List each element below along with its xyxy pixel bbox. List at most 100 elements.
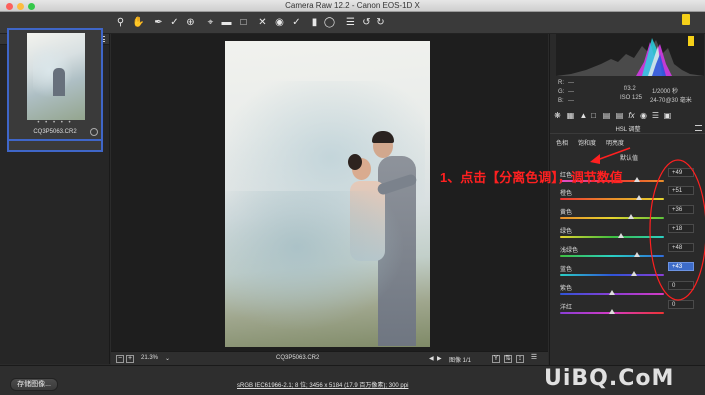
panel-title: HSL 调整 bbox=[550, 124, 705, 134]
canvas-bottom-bar: − + 21.3% ⌄ CQ3P5063.CR2 ◀ ▶ 图像 1/1 Y ⇅ … bbox=[111, 351, 548, 365]
zoom-in-button[interactable]: + bbox=[126, 355, 134, 363]
b-value: --- bbox=[568, 98, 574, 104]
slider-aqua-value[interactable]: +48 bbox=[668, 243, 694, 252]
copy-settings-button[interactable]: ↕ bbox=[516, 355, 524, 363]
slider-green[interactable]: 绿色 +18 bbox=[560, 224, 696, 244]
slider-knob[interactable] bbox=[627, 214, 634, 219]
lens-focal: 24-70@30 毫米 bbox=[650, 98, 692, 104]
radial-filter-icon[interactable]: ◯ bbox=[323, 16, 336, 29]
exif-info: R: --- G: --- B: --- f/3.2 1/2000 秒 ISO … bbox=[558, 80, 698, 108]
full-screen-toggle[interactable] bbox=[682, 14, 690, 25]
thumbnail-filename: CQ3P5063.CR2 bbox=[33, 129, 77, 135]
slider-blue-value[interactable]: +43 bbox=[668, 262, 694, 271]
slider-magenta-value[interactable]: 0 bbox=[668, 300, 694, 309]
zoom-level[interactable]: 21.3% bbox=[141, 355, 158, 361]
slider-yellow-value[interactable]: +36 bbox=[668, 205, 694, 214]
basic-tab-icon[interactable]: ❋ bbox=[553, 111, 562, 120]
slider-knob[interactable] bbox=[609, 309, 615, 314]
slider-knob[interactable] bbox=[609, 290, 615, 295]
histogram-graph bbox=[556, 36, 704, 76]
slider-red-value[interactable]: +49 bbox=[668, 168, 694, 177]
slider-orange[interactable]: 橙色 +51 bbox=[560, 186, 696, 206]
slider-magenta[interactable]: 洋红 0 bbox=[560, 300, 696, 320]
thumbnail-selected[interactable]: • • • • • CQ3P5063.CR2 bbox=[7, 28, 103, 141]
adjustment-tabs: ❋ ▦ ▲ □ ▤ ▤ fx ◉ ☰ ▣ bbox=[551, 111, 705, 122]
tab-saturation[interactable]: 饱和度 bbox=[578, 138, 596, 147]
slider-knob[interactable] bbox=[634, 177, 641, 182]
detail-tab-icon[interactable]: ▲ bbox=[579, 111, 588, 120]
split-toning-tab-icon[interactable]: ▤ bbox=[602, 111, 611, 120]
zoom-tool-icon[interactable]: ⚲ bbox=[114, 16, 127, 29]
g-label: G: bbox=[558, 89, 565, 95]
slider-orange-value[interactable]: +51 bbox=[668, 186, 694, 195]
before-after-swap-button[interactable]: ⇅ bbox=[504, 355, 512, 363]
preferences-icon[interactable]: ☰ bbox=[344, 16, 357, 29]
lens-tab-icon[interactable]: ▤ bbox=[615, 111, 624, 120]
slider-knob[interactable] bbox=[633, 252, 640, 257]
next-image-icon[interactable]: ▶ bbox=[437, 355, 442, 362]
thumbnail-image bbox=[27, 33, 85, 120]
prev-image-icon[interactable]: ◀ bbox=[429, 355, 434, 362]
b-label: B: bbox=[558, 98, 564, 104]
sync-icon bbox=[90, 128, 98, 136]
workflow-options-link[interactable]: sRGB IEC61966-2.1; 8 位; 3456 x 5184 (17.… bbox=[237, 380, 408, 389]
preview-canvas[interactable] bbox=[111, 34, 548, 351]
tone-curve-tab-icon[interactable]: ▦ bbox=[566, 111, 575, 120]
red-eye-icon[interactable]: ◉ bbox=[273, 16, 286, 29]
window-title: Camera Raw 12.2 - Canon EOS-1D X bbox=[285, 1, 420, 10]
adjustment-brush-icon[interactable]: ✓ bbox=[290, 16, 303, 29]
zoom-dropdown-icon[interactable]: ⌄ bbox=[165, 355, 170, 362]
spot-removal-icon[interactable]: ✕ bbox=[256, 16, 269, 29]
slider-knob[interactable] bbox=[635, 195, 642, 200]
targeted-adjust-icon[interactable]: ⊕ bbox=[184, 16, 197, 29]
before-after-y-button[interactable]: Y bbox=[492, 355, 500, 363]
slider-knob[interactable] bbox=[631, 271, 638, 276]
slider-purple[interactable]: 紫色 0 bbox=[560, 281, 696, 301]
r-label: R: bbox=[558, 80, 564, 86]
iso: ISO 125 bbox=[620, 95, 643, 101]
tool-bar: ⚲ ✋ ✒ ✓ ⊕ ⌖ ▬ □ ✕ ◉ ✓ ▮ ◯ ☰ ↺ ↻ bbox=[0, 12, 705, 34]
calibration-tab-icon[interactable]: ◉ bbox=[639, 111, 648, 120]
canvas-filename: CQ3P5063.CR2 bbox=[276, 355, 320, 361]
right-panel: R: --- G: --- B: --- f/3.2 1/2000 秒 ISO … bbox=[549, 34, 705, 365]
shutter-speed: 1/2000 秒 bbox=[652, 89, 679, 95]
tab-hue[interactable]: 色相 bbox=[556, 138, 568, 147]
histogram bbox=[556, 34, 704, 76]
rotate-right-icon[interactable]: ↻ bbox=[374, 16, 387, 29]
fx-tab-icon[interactable]: fx bbox=[627, 111, 636, 120]
window-titlebar: Camera Raw 12.2 - Canon EOS-1D X bbox=[0, 0, 705, 12]
preview-photo bbox=[225, 41, 430, 347]
hand-tool-icon[interactable]: ✋ bbox=[132, 16, 145, 29]
r-value: --- bbox=[568, 80, 574, 86]
aperture: f/3.2 bbox=[624, 86, 636, 92]
color-sampler-icon[interactable]: ✓ bbox=[168, 16, 181, 29]
zoom-out-button[interactable]: − bbox=[116, 355, 124, 363]
toggle-settings-icon[interactable]: ☰ bbox=[530, 354, 538, 363]
slider-knob[interactable] bbox=[618, 233, 625, 238]
save-image-button[interactable]: 存储图像... bbox=[10, 378, 58, 391]
presets-tab-icon[interactable]: ☰ bbox=[651, 111, 660, 120]
slider-yellow[interactable]: 黄色 +36 bbox=[560, 205, 696, 225]
tab-luminance[interactable]: 明亮度 bbox=[606, 138, 624, 147]
hsl-tab-icon[interactable]: □ bbox=[589, 111, 598, 120]
annotation-text: 1、点击【分离色调】，调节数值 bbox=[440, 170, 623, 185]
straighten-icon[interactable]: ▬ bbox=[220, 16, 233, 29]
hsl-subtabs: 色相 饱和度 明亮度 bbox=[556, 138, 702, 147]
panel-menu-icon[interactable] bbox=[695, 125, 702, 131]
panel-title-text: HSL 调整 bbox=[615, 127, 641, 133]
g-value: --- bbox=[568, 89, 574, 95]
slider-blue[interactable]: 蓝色 +43 bbox=[560, 262, 696, 282]
white-balance-icon[interactable]: ✒ bbox=[152, 16, 165, 29]
site-watermark: UiBQ.CoM bbox=[544, 366, 675, 391]
thumbnail-rating[interactable]: • • • • • bbox=[9, 120, 101, 126]
defaults-link[interactable]: 默认值 bbox=[556, 153, 702, 162]
snapshots-tab-icon[interactable]: ▣ bbox=[663, 111, 672, 120]
image-count: 图像 1/1 bbox=[449, 358, 472, 364]
slider-aqua[interactable]: 浅绿色 +48 bbox=[560, 243, 696, 263]
crop-icon[interactable]: ⌖ bbox=[204, 16, 217, 29]
transform-icon[interactable]: □ bbox=[237, 16, 250, 29]
slider-purple-value[interactable]: 0 bbox=[668, 281, 694, 290]
slider-green-value[interactable]: +18 bbox=[668, 224, 694, 233]
rotate-left-icon[interactable]: ↺ bbox=[360, 16, 373, 29]
graduated-filter-icon[interactable]: ▮ bbox=[308, 16, 321, 29]
